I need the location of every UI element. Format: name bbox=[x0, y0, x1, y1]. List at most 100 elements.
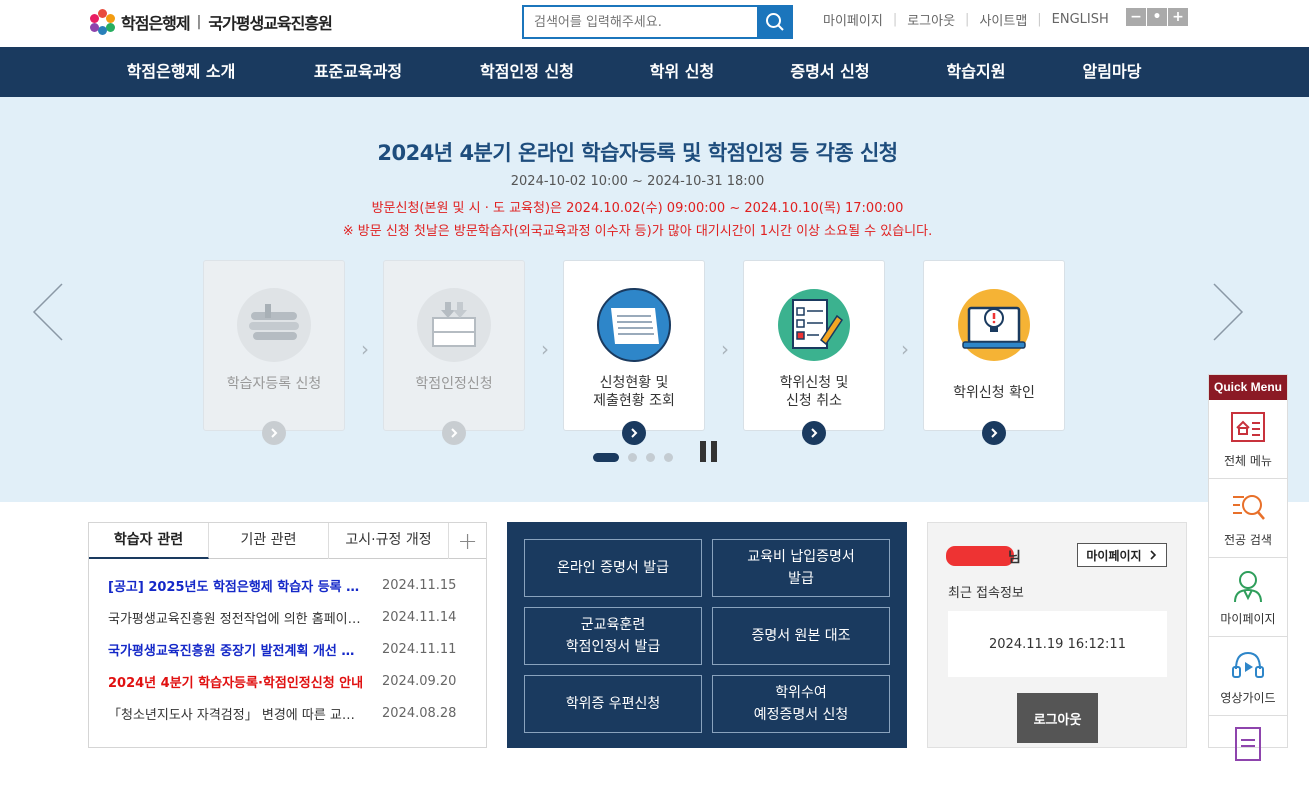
button-label: 군교육훈련 bbox=[580, 617, 646, 633]
list-item[interactable]: 국가평생교육진흥원 중장기 발전계획 개선 안내 2024.11.11 bbox=[108, 633, 486, 665]
util-sitemap-link[interactable]: 사이트맵 bbox=[979, 10, 1027, 29]
card-learner-registration[interactable]: 학습자등록 신청 bbox=[203, 260, 345, 445]
pause-icon[interactable] bbox=[700, 441, 721, 462]
zoom-out-button[interactable]: − bbox=[1126, 8, 1146, 26]
quick-major-search[interactable]: 전공 검색 bbox=[1209, 479, 1287, 558]
list-item[interactable]: 국가평생교육진흥원 정전작업에 의한 홈페이지 서비스 중단 안내 2024.1… bbox=[108, 601, 486, 633]
hero-banner: 2024년 4분기 온라인 학습자등록 및 학점인정 등 각종 신청 2024-… bbox=[0, 97, 1309, 502]
slide-dot[interactable] bbox=[646, 453, 655, 462]
nav-notice-board[interactable]: 알림마당 bbox=[1083, 47, 1142, 97]
zoom-in-button[interactable]: + bbox=[1168, 8, 1188, 26]
notice-date: 2024.09.20 bbox=[382, 673, 457, 689]
tab-regulation[interactable]: 고시·규정 개정 bbox=[329, 523, 449, 559]
notice-board: 학습자 관련 기관 관련 고시·규정 개정 + [공고] 2025년도 학점은행… bbox=[88, 522, 487, 748]
logo-separator: | bbox=[196, 14, 202, 30]
certificate-panel: 온라인 증명서 발급 교육비 납입증명서발급 군교육훈련학점인정서 발급 증명서… bbox=[507, 522, 907, 748]
zoom-reset-button[interactable]: • bbox=[1147, 8, 1167, 26]
search-box bbox=[522, 5, 793, 39]
quick-all-menu[interactable]: 전체 메뉴 bbox=[1209, 400, 1287, 479]
more-plus-icon[interactable]: + bbox=[449, 523, 486, 559]
checklist-pencil-icon bbox=[778, 289, 850, 361]
next-arrow-icon[interactable] bbox=[1210, 282, 1244, 342]
card-degree-confirm[interactable]: 학위신청 확인 bbox=[923, 260, 1065, 445]
button-label-line2: 학점인정서 발급 bbox=[565, 639, 661, 655]
button-label-line2: 발급 bbox=[788, 571, 814, 587]
card-label-line2: 제출현황 조회 bbox=[593, 393, 675, 409]
search-button[interactable] bbox=[757, 5, 793, 39]
quick-mypage[interactable]: 마이페이지 bbox=[1209, 558, 1287, 637]
site-logo[interactable]: 학점은행제 | 국가평생교육진흥원 bbox=[89, 9, 333, 35]
chevron-right-icon bbox=[451, 428, 458, 438]
nav-certificate-application[interactable]: 증명서 신청 bbox=[790, 47, 869, 97]
list-item[interactable]: [공고] 2025년도 학점은행제 학습자 등록 및 학점인정 신청 안내 20… bbox=[108, 569, 486, 601]
diploma-mail-button[interactable]: 학위증 우편신청 bbox=[524, 675, 702, 733]
util-logout-link[interactable]: 로그아웃 bbox=[907, 10, 955, 29]
nav-degree-application[interactable]: 학위 신청 bbox=[650, 47, 714, 97]
card-go-button[interactable] bbox=[622, 421, 646, 445]
slide-dot-active[interactable] bbox=[593, 453, 619, 462]
tuition-certificate-button[interactable]: 교육비 납입증명서발급 bbox=[712, 539, 890, 597]
card-degree-apply-cancel[interactable]: 학위신청 및 신청 취소 bbox=[743, 260, 885, 445]
tab-institution[interactable]: 기관 관련 bbox=[209, 523, 329, 559]
util-mypage-link[interactable]: 마이페이지 bbox=[823, 10, 883, 29]
quick-label: 전체 메뉴 bbox=[1224, 453, 1272, 468]
org-name: 국가평생교육진흥원 bbox=[208, 14, 332, 33]
quick-form-download[interactable] bbox=[1209, 716, 1287, 795]
notice-title[interactable]: 국가평생교육진흥원 정전작업에 의한 홈페이지 서비스 중단 안내 bbox=[108, 608, 364, 627]
certificate-verify-button[interactable]: 증명서 원본 대조 bbox=[712, 607, 890, 665]
recent-access-time: 2024.11.19 16:12:11 bbox=[948, 611, 1167, 677]
form-document-icon bbox=[1235, 727, 1261, 761]
card-go-button[interactable] bbox=[262, 421, 286, 445]
hero-title: 2024년 4분기 온라인 학습자등록 및 학점인정 등 각종 신청 bbox=[377, 141, 898, 165]
nav-intro[interactable]: 학점은행제 소개 bbox=[127, 47, 236, 97]
chevron-right-icon bbox=[271, 428, 278, 438]
books-icon bbox=[237, 288, 311, 362]
online-certificate-button[interactable]: 온라인 증명서 발급 bbox=[524, 539, 702, 597]
list-item[interactable]: 2024년 4분기 학습자등록·학점인정신청 안내 2024.09.20 bbox=[108, 665, 486, 697]
card-go-button[interactable] bbox=[982, 421, 1006, 445]
card-label: 신청현황 및 bbox=[599, 375, 669, 391]
slide-dot[interactable] bbox=[664, 453, 673, 462]
notice-list: [공고] 2025년도 학점은행제 학습자 등록 및 학점인정 신청 안내 20… bbox=[89, 559, 486, 729]
quick-menu-title: Quick Menu bbox=[1209, 375, 1287, 400]
login-info-box: 님 마이페이지 최근 접속정보 2024.11.19 16:12:11 로그아웃 bbox=[927, 522, 1187, 748]
notice-title[interactable]: [공고] 2025년도 학점은행제 학습자 등록 및 학점인정 신청 안내 bbox=[108, 576, 364, 595]
button-label: 마이페이지 bbox=[1086, 548, 1142, 563]
quick-menu: Quick Menu 전체 메뉴 전공 검색 마이페이지 영상가이드 bbox=[1208, 374, 1288, 761]
card-go-button[interactable] bbox=[442, 421, 466, 445]
user-name-redacted bbox=[946, 546, 1014, 566]
mypage-button[interactable]: 마이페이지 bbox=[1077, 543, 1167, 567]
quick-video-guide[interactable]: 영상가이드 bbox=[1209, 637, 1287, 716]
util-english-link[interactable]: ENGLISH bbox=[1052, 12, 1109, 27]
logout-button[interactable]: 로그아웃 bbox=[1017, 693, 1098, 743]
military-credit-certificate-button[interactable]: 군교육훈련학점인정서 발급 bbox=[524, 607, 702, 665]
expected-degree-certificate-button[interactable]: 학위수여 예정증명서 신청 bbox=[712, 675, 890, 733]
nav-credit-application[interactable]: 학점인정 신청 bbox=[480, 47, 574, 97]
logo-name: 학점은행제 bbox=[121, 14, 191, 33]
menu-house-icon bbox=[1231, 411, 1265, 442]
slide-indicators bbox=[593, 453, 673, 462]
card-go-button[interactable] bbox=[802, 421, 826, 445]
slide-dot[interactable] bbox=[628, 453, 637, 462]
card-credit-application[interactable]: 학점인정신청 bbox=[383, 260, 525, 445]
prev-arrow-icon[interactable] bbox=[32, 282, 66, 342]
search-input[interactable] bbox=[524, 7, 754, 37]
button-label-line2: 예정증명서 신청 bbox=[753, 707, 849, 723]
button-label: 교육비 납입증명서 bbox=[747, 549, 855, 565]
notice-date: 2024.08.28 bbox=[382, 705, 457, 721]
top-bar: 학점은행제 | 국가평생교육진흥원 마이페이지 | 로그아웃 | 사이트맵 | … bbox=[0, 0, 1309, 47]
list-item[interactable]: 「청소년지도사 자격검정」 변경에 따른 교과목 안내 2024.08.28 bbox=[108, 697, 486, 729]
notice-title[interactable]: 국가평생교육진흥원 중장기 발전계획 개선 안내 bbox=[108, 640, 364, 659]
hero-date: 2024-10-02 10:00 ~ 2024-10-31 18:00 bbox=[510, 174, 765, 189]
notice-title[interactable]: 2024년 4분기 학습자등록·학점인정신청 안내 bbox=[108, 672, 364, 691]
tab-learner[interactable]: 학습자 관련 bbox=[89, 523, 209, 559]
notice-date: 2024.11.11 bbox=[382, 641, 457, 657]
card-application-status[interactable]: 신청현황 및 제출현황 조회 bbox=[563, 260, 705, 445]
step-chevron-icon: › bbox=[721, 337, 729, 361]
nav-standard-curriculum[interactable]: 표준교육과정 bbox=[314, 47, 402, 97]
card-label: 학위신청 및 bbox=[779, 375, 849, 391]
chevron-right-icon bbox=[631, 428, 638, 438]
notice-title[interactable]: 「청소년지도사 자격검정」 변경에 따른 교과목 안내 bbox=[108, 704, 364, 723]
notice-date: 2024.11.14 bbox=[382, 609, 457, 625]
nav-learning-support[interactable]: 학습지원 bbox=[947, 47, 1006, 97]
